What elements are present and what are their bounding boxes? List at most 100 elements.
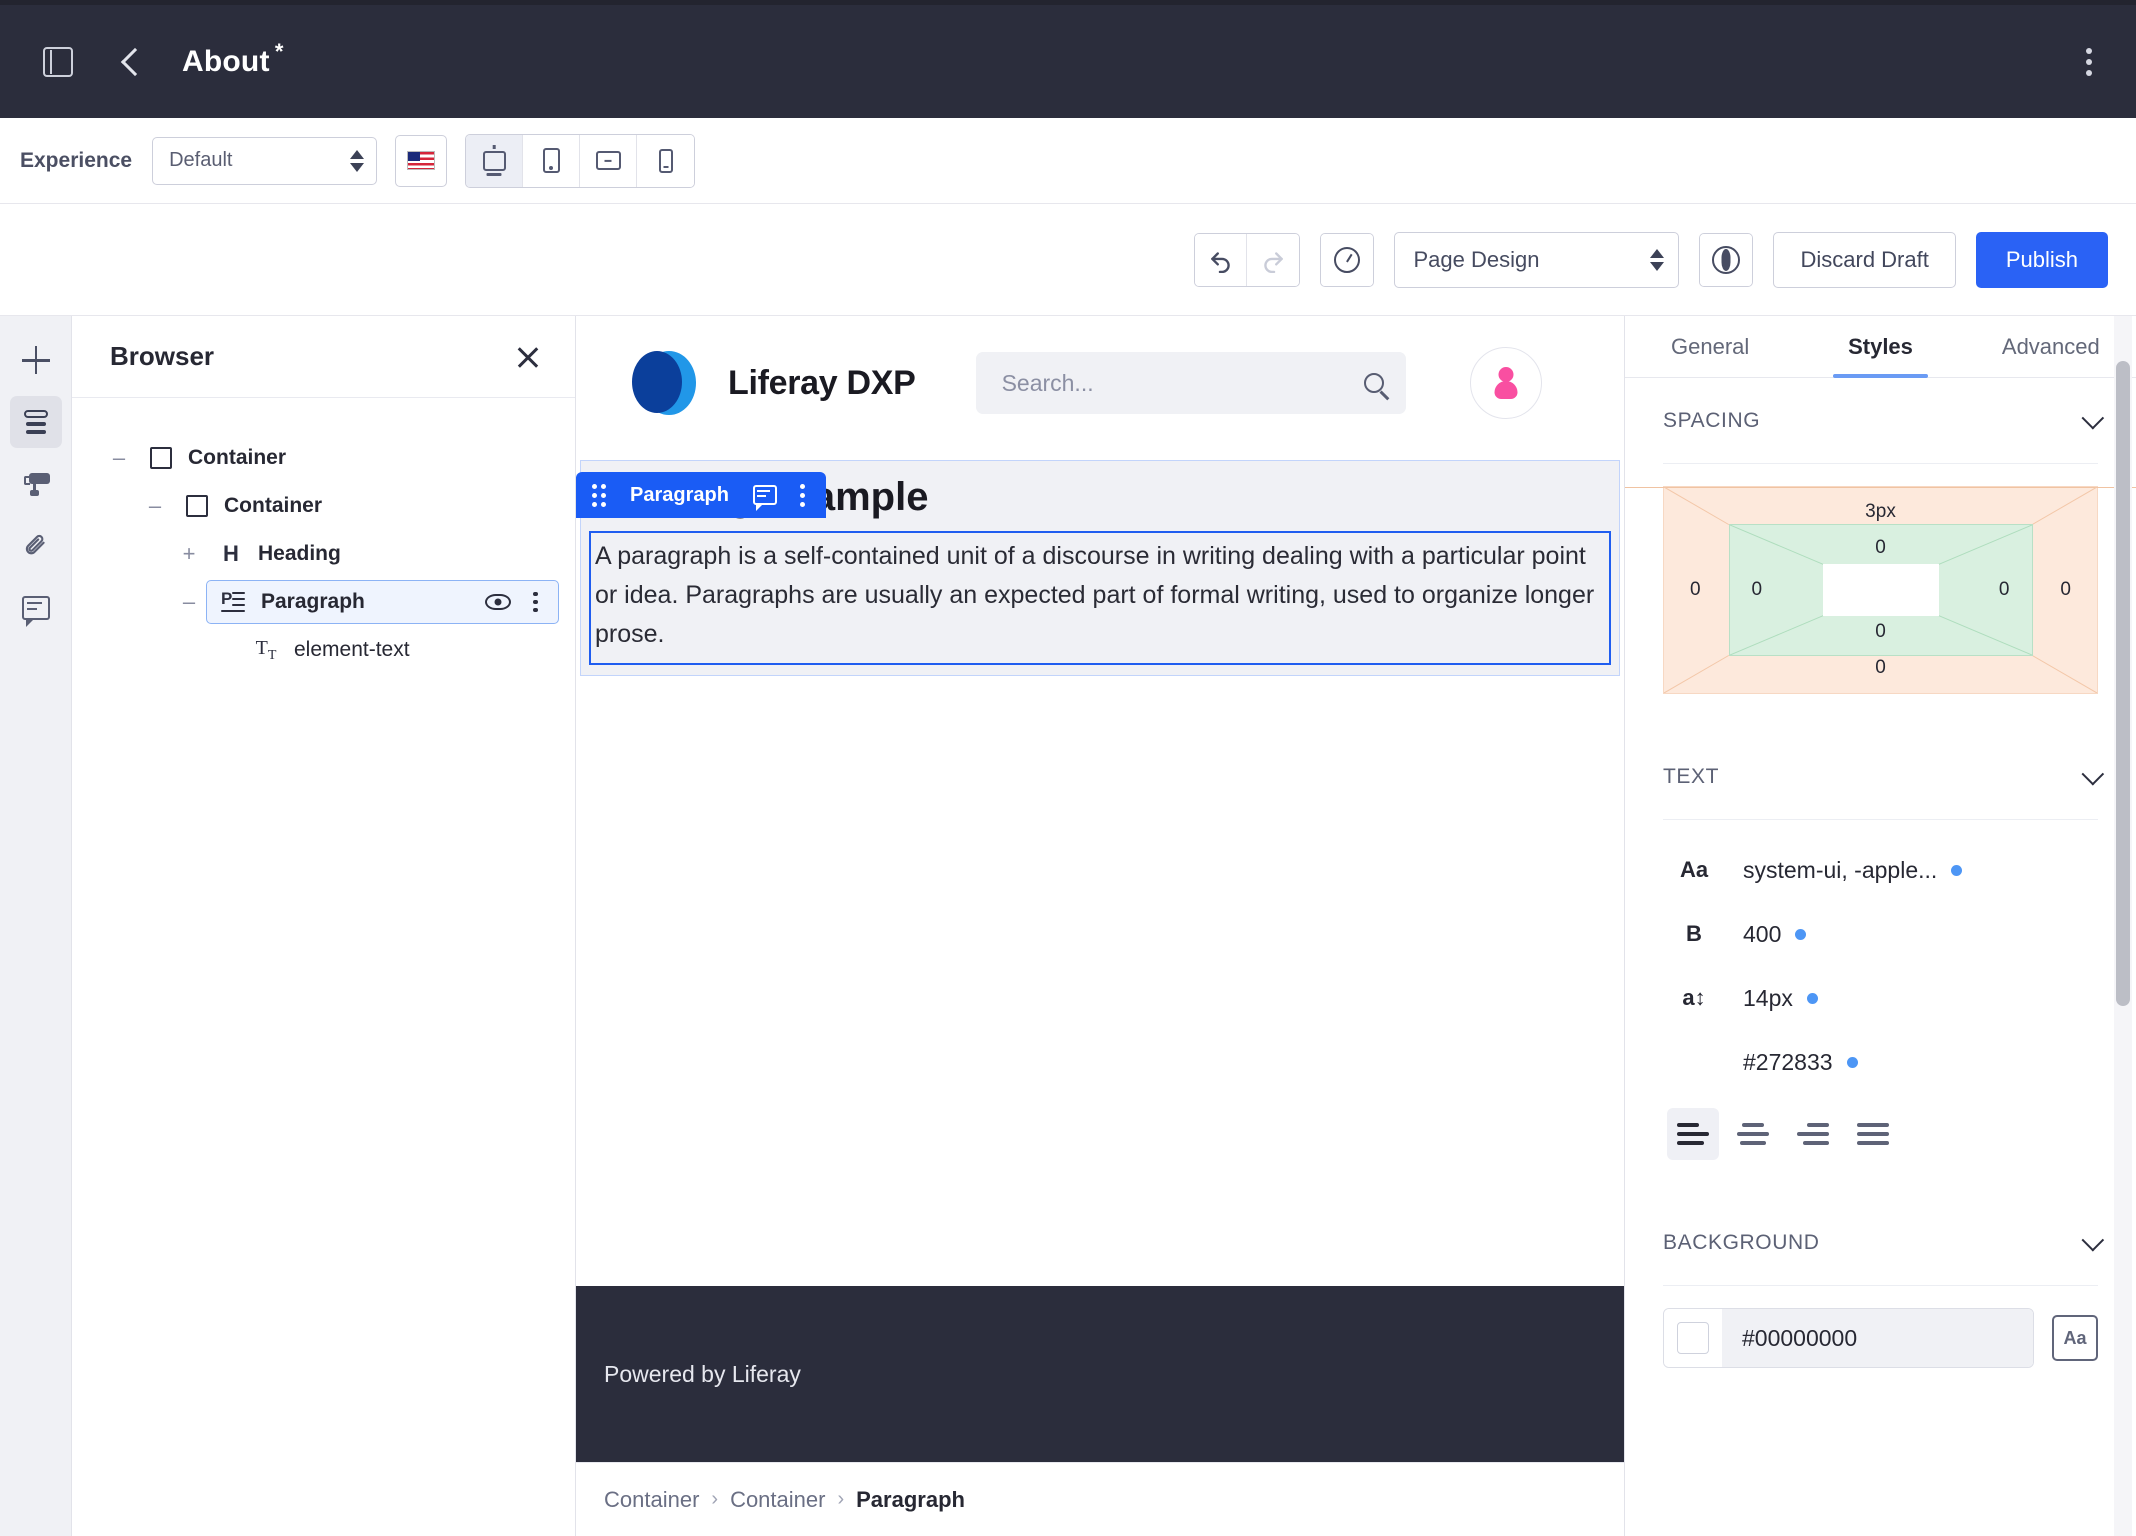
tree-item-more-options-button[interactable] [527,588,544,617]
device-tablet-portrait-button[interactable] [523,134,581,187]
chevron-down-icon[interactable] [2081,762,2105,785]
redo-icon [1264,251,1284,273]
font-family-row[interactable]: Aa system-ui, -apple... [1663,838,2098,902]
element-more-options-button[interactable] [795,481,810,510]
close-icon[interactable] [515,344,541,370]
spacing-box-model[interactable]: 3px 0 0 0 0 0 0 0 [1625,486,2136,694]
undo-button[interactable] [1195,233,1248,286]
square-icon [186,495,208,517]
history-button[interactable] [1321,233,1374,286]
mobile-icon [658,148,673,173]
breadcrumb-separator: › [837,1488,845,1510]
modified-dot-icon [1951,864,1963,876]
margin-left-value[interactable]: 0 [1690,579,1701,601]
device-mobile-button[interactable] [637,134,695,187]
discard-draft-button[interactable]: Discard Draft [1773,231,1956,288]
preview-button[interactable] [1700,233,1753,286]
background-color-value[interactable]: #00000000 [1722,1309,2033,1367]
contrast-checker-button[interactable]: Aa [2052,1315,2098,1361]
back-button[interactable] [108,38,156,86]
properties-tabs: General Styles Advanced [1625,316,2136,378]
tree-item-container-1[interactable]: – Container [72,434,575,482]
chevron-down-icon[interactable] [2081,406,2105,429]
breadcrumb: Container › Container › Paragraph [576,1462,1624,1536]
left-rail [0,316,72,1536]
browser-header: Browser [72,316,575,398]
padding-top-value[interactable]: 0 [1875,537,1886,559]
breadcrumb-item-0[interactable]: Container [604,1487,699,1513]
text-section-header[interactable]: TEXT [1663,734,2105,820]
text-color-row[interactable]: #272833 [1663,1030,2098,1094]
align-right-button[interactable] [1787,1108,1839,1160]
rail-styles-button[interactable] [10,458,62,510]
font-size-row[interactable]: a↕ 14px [1663,966,2098,1030]
font-weight-value: 400 [1743,920,1782,947]
panel-scrollbar-thumb[interactable] [2116,361,2130,1006]
align-justify-button[interactable] [1847,1108,1899,1160]
redo-button[interactable] [1247,233,1300,286]
tree-item-element-text[interactable]: TT element-text [72,626,575,674]
visibility-eye-icon[interactable] [485,594,512,610]
tree-item-label: Container [224,494,323,517]
desktop-icon [482,150,506,171]
background-section-header[interactable]: BACKGROUND [1663,1200,2105,1286]
breadcrumb-item-2[interactable]: Paragraph [856,1487,965,1513]
tree-item-paragraph[interactable]: – P Paragraph [72,578,575,626]
tab-general[interactable]: General [1625,316,1795,377]
experience-select[interactable]: Default [152,136,378,185]
experience-bar: Experience Default [0,118,2136,204]
font-size-value-wrap: 14px [1743,985,1818,1012]
background-color-row: #00000000 Aa [1663,1308,2098,1368]
tree-node: H Heading [206,532,559,576]
body: Browser – Container – Container + H Head… [0,316,2136,1536]
tree-item-container-2[interactable]: – Container [72,482,575,530]
padding-bottom-value[interactable]: 0 [1875,621,1886,643]
tree-node: TT element-text [240,628,559,672]
breadcrumb-item-1[interactable]: Container [730,1487,825,1513]
tree-item-heading[interactable]: + H Heading [72,530,575,578]
site-brand-name: Liferay DXP [728,363,916,402]
padding-left-value[interactable]: 0 [1752,579,1763,601]
tab-styles[interactable]: Styles [1795,316,1965,378]
page-design-select[interactable]: Page Design [1394,231,1680,288]
action-bar: Page Design Discard Draft Publish [0,204,2136,316]
top-bar-more-options-button[interactable] [2076,38,2102,86]
device-desktop-button[interactable] [466,134,524,187]
rail-contents-button[interactable] [10,520,62,572]
device-preview-group [465,133,696,188]
font-weight-icon: B [1686,921,1702,946]
drag-handle-icon[interactable] [592,483,606,507]
font-weight-row[interactable]: B 400 [1663,902,2098,966]
spacing-section-header[interactable]: SPACING [1663,378,2105,464]
background-color-input[interactable]: #00000000 [1663,1308,2034,1368]
rail-add-button[interactable] [10,334,62,386]
tree-toggle[interactable]: – [102,445,136,471]
comment-icon[interactable] [752,485,777,511]
background-color-swatch[interactable] [1664,1309,1722,1367]
tree-toggle[interactable]: + [172,541,206,567]
align-left-button[interactable] [1667,1108,1719,1160]
site-search-input[interactable]: Search... [975,352,1406,414]
rail-browser-button[interactable] [9,396,62,448]
publish-button[interactable]: Publish [1975,231,2108,288]
padding-right-value[interactable]: 0 [1999,579,2010,601]
tree-toggle[interactable]: – [138,493,172,519]
tree-toggle[interactable]: – [172,589,206,615]
align-center-button[interactable] [1727,1108,1779,1160]
rail-comments-button[interactable] [10,582,62,634]
language-button[interactable] [395,134,448,187]
paragraph-element[interactable]: A paragraph is a self-contained unit of … [589,531,1611,666]
chevron-down-icon[interactable] [2081,1228,2105,1251]
margin-top-value[interactable]: 3px [1865,501,1896,523]
square-icon [150,447,172,469]
chevron-updown-icon [1650,248,1665,271]
browser-title: Browser [110,341,215,371]
margin-right-value[interactable]: 0 [2060,579,2071,601]
user-avatar-button[interactable] [1469,347,1542,419]
device-tablet-landscape-button[interactable] [580,134,638,187]
page-title: About * [182,39,284,79]
tab-advanced[interactable]: Advanced [1966,316,2136,377]
padding-box: 0 0 0 0 [1728,524,2033,656]
panel-toggle-button[interactable] [34,38,82,86]
margin-bottom-value[interactable]: 0 [1875,657,1886,679]
